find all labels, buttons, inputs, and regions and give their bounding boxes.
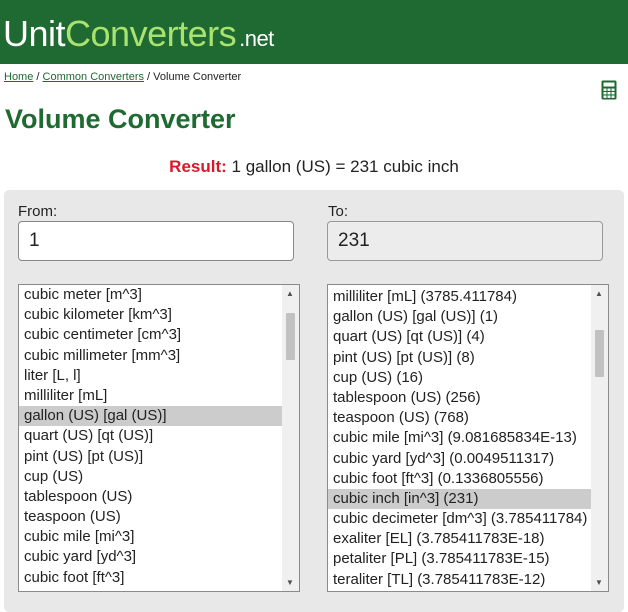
- from-unit-option[interactable]: quart (US) [qt (US)]: [19, 426, 282, 446]
- to-unit-option[interactable]: milliliter [mL] (3785.411784): [328, 287, 591, 307]
- from-unit-option[interactable]: cubic inch [in^3]: [19, 588, 282, 591]
- from-unit-list[interactable]: cubic meter [m^3] cubic kilometer [km^3] c…: [18, 284, 300, 592]
- to-unit-option[interactable]: tablespoon (US) (256): [328, 388, 591, 408]
- scroll-up-icon[interactable]: ▲: [595, 289, 603, 299]
- to-unit-option[interactable]: teraliter [TL] (3.785411783E-12): [328, 570, 591, 590]
- from-unit-option[interactable]: teaspoon (US): [19, 507, 282, 527]
- result-label: Result:: [169, 157, 227, 176]
- breadcrumb-separator: /: [33, 71, 43, 83]
- from-scrollbar[interactable]: ▲ ▼: [282, 285, 299, 591]
- from-scrollbar-thumb[interactable]: [286, 312, 295, 361]
- from-label: From:: [18, 203, 58, 220]
- from-unit-option[interactable]: cubic kilometer [km^3]: [19, 305, 282, 325]
- to-unit-option[interactable]: quart (US) [qt (US)] (4): [328, 327, 591, 347]
- conversion-result: Result: 1 gallon (US) = 231 cubic inch: [0, 157, 628, 177]
- breadcrumb-common-converters-link[interactable]: Common Converters: [43, 71, 144, 83]
- breadcrumb-separator: /: [144, 71, 154, 83]
- logo-net: .net: [239, 26, 274, 51]
- breadcrumb-current: Volume Converter: [153, 71, 242, 83]
- to-unit-items: milliliter [mL] (3785.411784) gallon (US)…: [328, 287, 591, 590]
- to-unit-list[interactable]: milliliter [mL] (3785.411784) gallon (US)…: [327, 284, 609, 592]
- logo-converters: Converters: [65, 13, 237, 54]
- to-unit-option[interactable]: cup (US) (16): [328, 368, 591, 388]
- to-scrollbar[interactable]: ▲ ▼: [591, 285, 608, 591]
- from-unit-option[interactable]: cubic yard [yd^3]: [19, 547, 282, 567]
- breadcrumb: Home / Common Converters / Volume Conver…: [4, 71, 241, 83]
- to-label: To:: [328, 203, 349, 220]
- to-unit-option[interactable]: teaspoon (US) (768): [328, 408, 591, 428]
- to-value-output[interactable]: 231: [327, 221, 603, 261]
- to-unit-option[interactable]: gallon (US) [gal (US)] (1): [328, 307, 591, 327]
- from-unit-option[interactable]: tablespoon (US): [19, 487, 282, 507]
- from-unit-option[interactable]: cubic mile [mi^3]: [19, 527, 282, 547]
- scroll-down-icon[interactable]: ▼: [286, 578, 294, 588]
- to-unit-option[interactable]: cubic foot [ft^3] (0.1336805556): [328, 469, 591, 489]
- to-unit-option[interactable]: petaliter [PL] (3.785411783E-15): [328, 549, 591, 569]
- from-unit-option[interactable]: milliliter [mL]: [19, 386, 282, 406]
- to-unit-option[interactable]: pint (US) [pt (US)] (8): [328, 348, 591, 368]
- to-unit-option[interactable]: exaliter [EL] (3.785411783E-18): [328, 529, 591, 549]
- site-logo[interactable]: UnitConverters .net: [3, 14, 274, 59]
- breadcrumb-home-link[interactable]: Home: [4, 71, 33, 83]
- from-unit-option[interactable]: cubic centimeter [cm^3]: [19, 325, 282, 345]
- from-value-input[interactable]: 1: [18, 221, 294, 261]
- from-unit-option[interactable]: cup (US): [19, 467, 282, 487]
- from-unit-option[interactable]: cubic meter [m^3]: [19, 285, 282, 305]
- calculator-icon[interactable]: [601, 80, 617, 100]
- site-header: UnitConverters .net: [0, 0, 628, 64]
- converter-panel: From: To: 1 231 cubic meter [m^3] cubic k…: [4, 190, 624, 612]
- to-unit-option[interactable]: cubic yard [yd^3] (0.0049511317): [328, 449, 591, 469]
- from-unit-option[interactable]: liter [L, l]: [19, 366, 282, 386]
- scroll-up-icon[interactable]: ▲: [286, 289, 294, 299]
- from-unit-items: cubic meter [m^3] cubic kilometer [km^3] c…: [19, 285, 282, 591]
- from-unit-option[interactable]: cubic millimeter [mm^3]: [19, 346, 282, 366]
- to-unit-option[interactable]: cubic inch [in^3] (231): [328, 488, 591, 510]
- to-unit-option[interactable]: cubic decimeter [dm^3] (3.785411784): [328, 509, 591, 529]
- to-scrollbar-thumb[interactable]: [595, 329, 604, 377]
- from-unit-option[interactable]: cubic foot [ft^3]: [19, 568, 282, 588]
- page-title: Volume Converter: [5, 104, 236, 134]
- from-unit-option[interactable]: gallon (US) [gal (US)]: [19, 406, 282, 427]
- to-unit-option[interactable]: cubic mile [mi^3] (9.081685834E-13): [328, 428, 591, 448]
- result-text: 1 gallon (US) = 231 cubic inch: [231, 157, 459, 176]
- from-unit-option[interactable]: pint (US) [pt (US)]: [19, 447, 282, 467]
- scroll-down-icon[interactable]: ▼: [595, 578, 603, 588]
- logo-unit: Unit: [3, 13, 66, 54]
